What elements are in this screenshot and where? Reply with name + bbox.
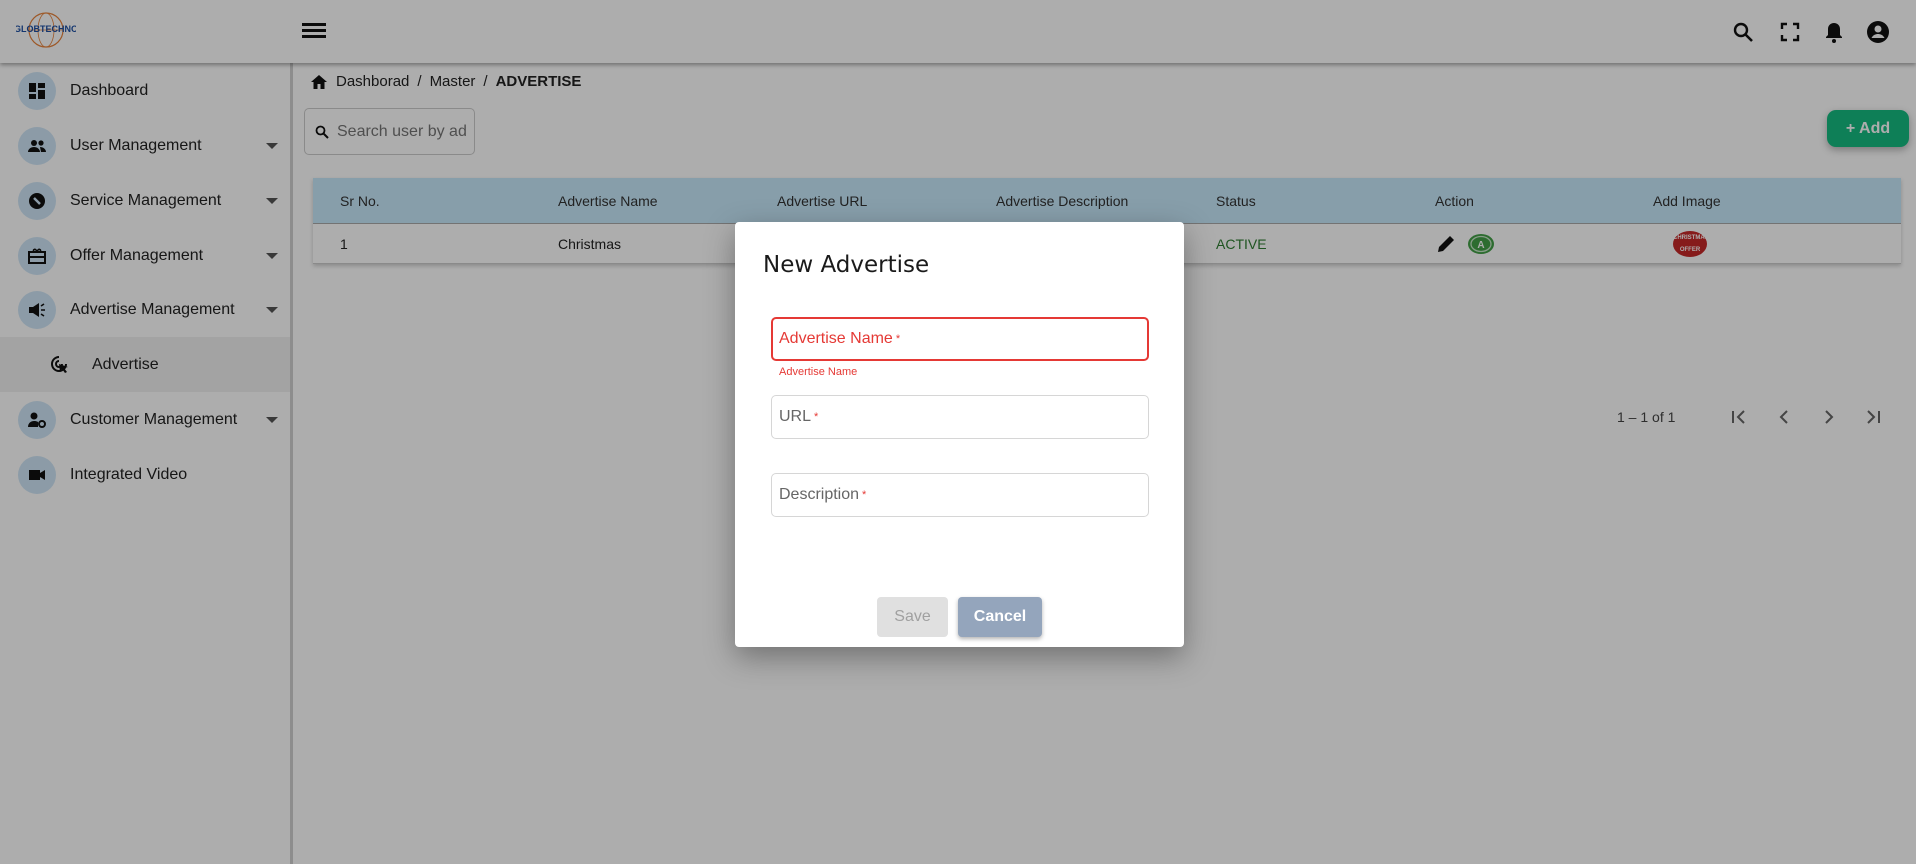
required-marker: * (895, 333, 901, 345)
advertise-name-field[interactable]: Advertise Name * (771, 317, 1149, 361)
field-label: Advertise Name (779, 330, 893, 347)
field-label: URL (779, 408, 812, 425)
field-label: Description (779, 486, 860, 503)
new-advertise-dialog: New Advertise Advertise Name * Advertise … (735, 222, 1184, 647)
url-field[interactable]: URL * (771, 395, 1149, 439)
description-field[interactable]: Description * (771, 473, 1149, 517)
required-marker: * (814, 411, 819, 423)
save-button[interactable]: Save (877, 597, 948, 637)
required-marker: * (862, 489, 867, 501)
advertise-name-error: Advertise Name (779, 366, 858, 378)
cancel-button[interactable]: Cancel (958, 597, 1042, 637)
dialog-title: New Advertise (763, 252, 930, 278)
